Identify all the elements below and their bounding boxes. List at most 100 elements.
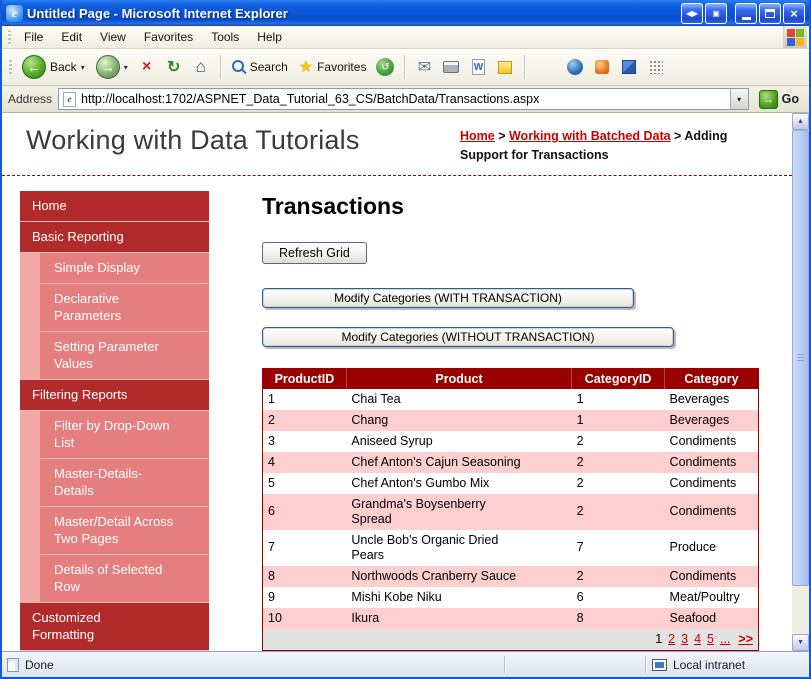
pager-page-3[interactable]: 3 xyxy=(681,632,688,646)
address-url-text[interactable]: http://localhost:1702/ASPNET_Data_Tutori… xyxy=(81,92,725,106)
page-header: Working with Data Tutorials Home > Worki… xyxy=(2,113,792,176)
product-name: Ikura xyxy=(351,610,380,625)
edit-with-word-button[interactable]: W xyxy=(465,54,491,80)
sidebar-item-details-of-selected-row[interactable]: Details of Selected Row xyxy=(40,554,209,603)
sidebar-item-format-colors[interactable]: Format Colors xyxy=(40,650,209,651)
addon-button-3[interactable] xyxy=(643,54,669,80)
menu-grip-handle[interactable] xyxy=(8,29,11,45)
sidebar-item-filter-by-drop-down-list[interactable]: Filter by Drop-Down List xyxy=(40,410,209,459)
menu-edit[interactable]: Edit xyxy=(52,27,91,47)
sidebar-item-filtering-reports[interactable]: Filtering Reports xyxy=(20,379,209,411)
cell-productid: 5 xyxy=(268,475,275,490)
sidebar-item-declarative-parameters[interactable]: Declarative Parameters xyxy=(40,283,209,332)
messenger-button[interactable] xyxy=(562,54,588,80)
menu-bar: File Edit View Favorites Tools Help xyxy=(2,26,809,49)
cell-product: Mishi Kobe Niku xyxy=(346,587,571,608)
favorites-label: Favorites xyxy=(317,60,367,74)
address-dropdown-button[interactable]: ▾ xyxy=(729,89,748,109)
close-button[interactable]: × xyxy=(783,2,805,24)
breadcrumb-separator: > xyxy=(670,129,685,143)
discuss-icon xyxy=(498,60,513,74)
table-header-row: ProductID Product CategoryID Category xyxy=(262,368,759,389)
sidebar-item-master-details-details[interactable]: Master-Details-Details xyxy=(40,458,209,507)
cell-category: Beverages xyxy=(669,412,730,427)
site-title: Working with Data Tutorials xyxy=(26,125,360,155)
product-name: Chai Tea xyxy=(351,391,401,406)
sidebar-item-basic-reporting[interactable]: Basic Reporting xyxy=(20,221,209,253)
cell-product: Northwoods Cranberry Sauce xyxy=(346,566,571,587)
pager-ellipsis[interactable]: ... xyxy=(720,632,730,646)
go-icon: → xyxy=(758,89,778,109)
table-row-2: 2 Chang 1 Beverages xyxy=(262,409,759,431)
restore-button[interactable] xyxy=(759,2,781,24)
sidebar-item-home[interactable]: Home xyxy=(20,190,209,222)
vertical-scrollbar[interactable]: ▲ ▼ xyxy=(792,113,809,651)
status-text: Done xyxy=(25,657,54,672)
refresh-button[interactable]: ↻ xyxy=(161,54,187,80)
titlebar-extra-button-2[interactable]: ▣ xyxy=(705,2,727,24)
print-icon xyxy=(443,61,460,73)
mail-button[interactable]: ✉ xyxy=(411,54,437,80)
home-button[interactable]: ⌂ xyxy=(188,54,214,80)
scroll-up-button[interactable]: ▲ xyxy=(792,113,809,130)
modify-without-transaction-button[interactable]: Modify Categories (WITHOUT TRANSACTION) xyxy=(262,326,674,347)
address-input[interactable]: e http://localhost:1702/ASPNET_Data_Tuto… xyxy=(58,88,749,110)
pager-page-4[interactable]: 4 xyxy=(694,632,701,646)
cell-category: Condiments xyxy=(669,504,737,518)
search-button[interactable]: Search xyxy=(227,58,293,76)
page-icon: e xyxy=(63,91,77,107)
favorites-button[interactable]: ★ Favorites xyxy=(294,55,372,79)
menu-tools[interactable]: Tools xyxy=(202,27,248,47)
column-header-categoryid: CategoryID xyxy=(571,368,665,389)
addon-button-2[interactable] xyxy=(616,54,642,80)
favorites-star-icon: ★ xyxy=(298,59,314,76)
back-button[interactable]: ← Back ▾ xyxy=(17,53,90,81)
status-divider xyxy=(645,656,646,673)
cell-category: Seafood xyxy=(669,610,717,625)
minimize-button[interactable] xyxy=(735,2,757,24)
browser-window: e Untitled Page - Microsoft Internet Exp… xyxy=(0,0,811,679)
pager-page-5[interactable]: 5 xyxy=(707,632,714,646)
toolbar-grip-handle[interactable] xyxy=(9,59,12,75)
sidebar-item-master-detail-across-two-pages[interactable]: Master/Detail Across Two Pages xyxy=(40,506,209,555)
breadcrumb-link-home[interactable]: Home xyxy=(460,129,495,143)
cell-productid: 6 xyxy=(268,504,275,518)
menu-help[interactable]: Help xyxy=(248,27,291,47)
search-icon xyxy=(231,60,246,74)
addon-button-1[interactable] xyxy=(589,54,615,80)
menu-favorites[interactable]: Favorites xyxy=(135,27,202,47)
ie-app-icon: e xyxy=(6,4,23,22)
sidebar-item-simple-display[interactable]: Simple Display xyxy=(40,252,209,284)
search-label: Search xyxy=(249,60,288,74)
stop-button[interactable]: × xyxy=(134,54,160,80)
cell-product: Chai Tea xyxy=(346,389,571,410)
go-button[interactable]: → Go xyxy=(755,89,803,109)
forward-dropdown-icon[interactable]: ▾ xyxy=(124,63,128,72)
status-main-panel: Done xyxy=(7,657,498,672)
menu-view[interactable]: View xyxy=(91,27,135,47)
discuss-button[interactable] xyxy=(492,54,518,80)
print-button[interactable] xyxy=(438,54,464,80)
titlebar-extra-button-1[interactable]: ◀▶ xyxy=(681,2,703,24)
modify-with-transaction-button[interactable]: Modify Categories (WITH TRANSACTION) xyxy=(262,287,634,308)
pager-page-2[interactable]: 2 xyxy=(668,632,675,646)
history-button[interactable]: ↺ xyxy=(372,54,398,80)
refresh-grid-button[interactable]: Refresh Grid xyxy=(262,241,367,264)
cell-productid: 4 xyxy=(268,454,275,469)
cell-categoryid: 8 xyxy=(576,610,584,625)
cell-product: Aniseed Syrup xyxy=(346,431,571,452)
forward-button[interactable]: → ▾ xyxy=(91,53,133,81)
toolbar-separator xyxy=(219,55,221,79)
sidebar-item-setting-parameter-values[interactable]: Setting Parameter Values xyxy=(40,331,209,380)
menu-file[interactable]: File xyxy=(15,27,52,47)
back-dropdown-icon[interactable]: ▾ xyxy=(81,63,85,72)
title-bar: e Untitled Page - Microsoft Internet Exp… xyxy=(2,0,809,26)
pager: 1 2 3 4 5... >> xyxy=(262,628,759,650)
sidebar-item-customized-formatting[interactable]: Customized Formatting xyxy=(20,602,209,651)
cell-product: Uncle Bob's Organic Dried Pears xyxy=(346,530,571,566)
scrollbar-thumb[interactable] xyxy=(792,130,809,586)
scroll-down-button[interactable]: ▼ xyxy=(792,634,809,651)
breadcrumb-link-working-with-batched-data[interactable]: Working with Batched Data xyxy=(509,129,671,143)
product-name: Chef Anton's Gumbo Mix xyxy=(351,475,490,490)
pager-next-link[interactable]: >> xyxy=(738,632,753,646)
